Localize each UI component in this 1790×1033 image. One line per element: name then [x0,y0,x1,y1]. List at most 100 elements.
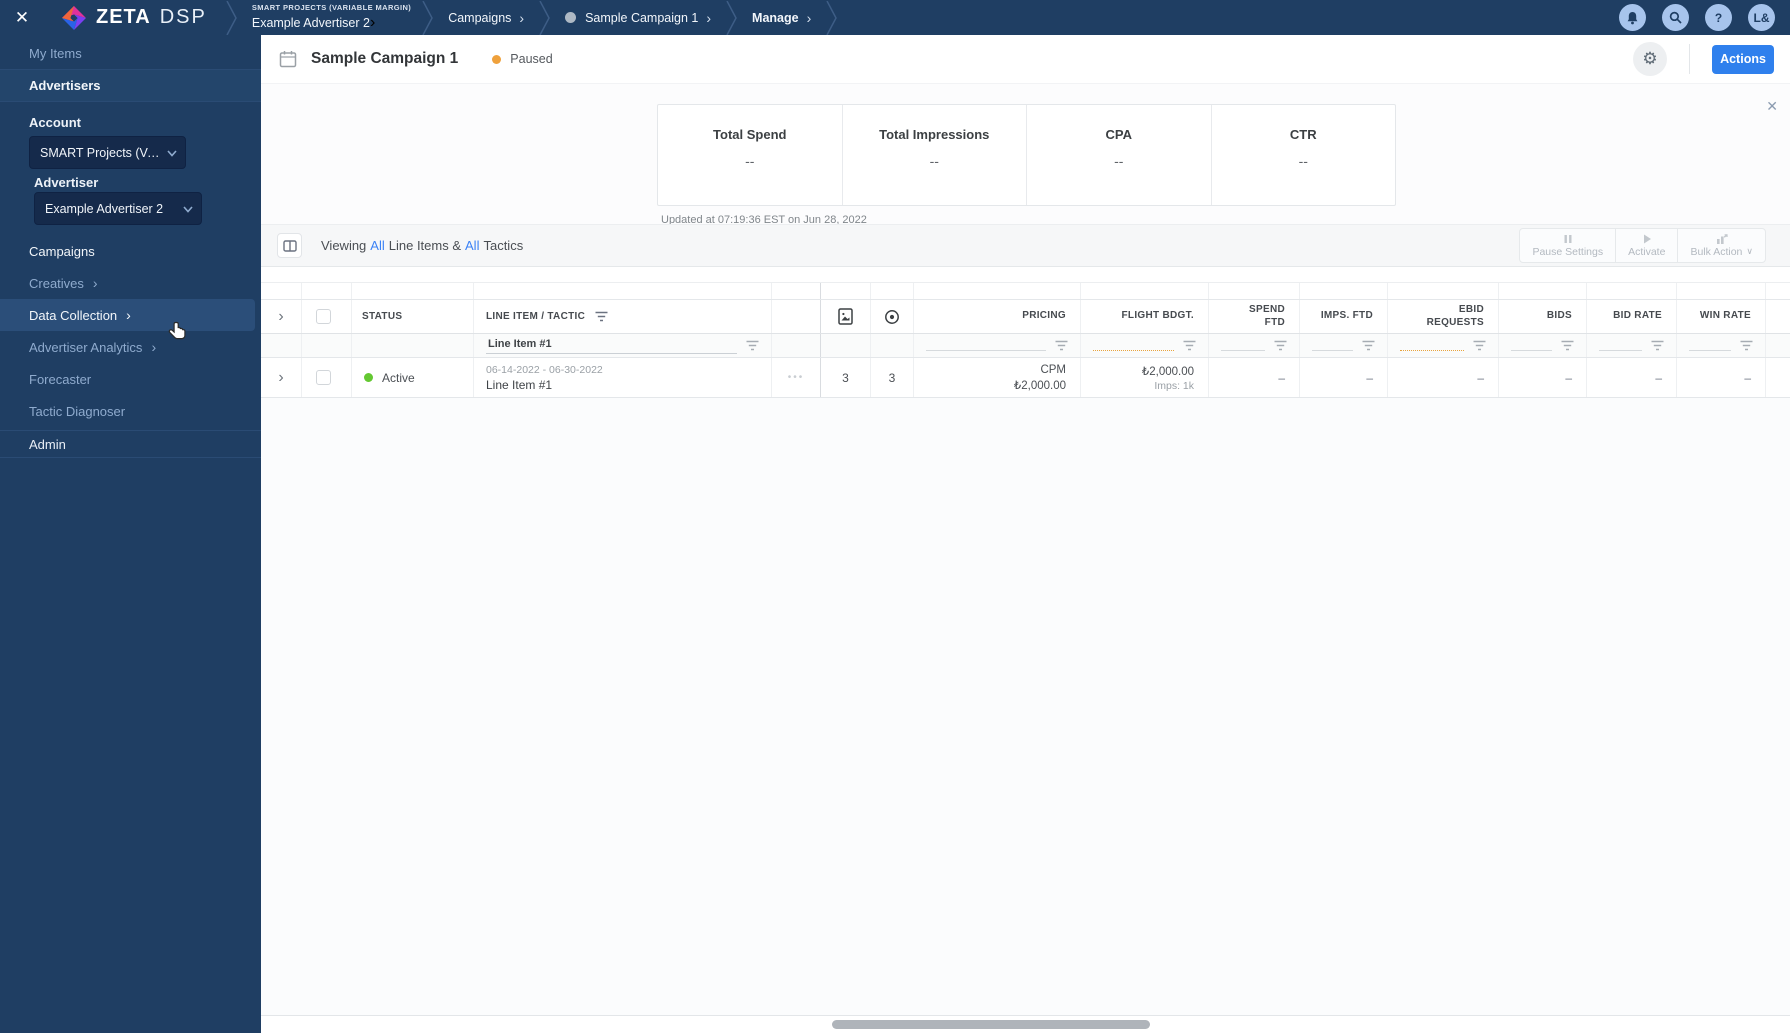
bids-filter-input[interactable] [1511,341,1552,351]
breadcrumb-campaign[interactable]: Sample Campaign 1 › [551,10,725,26]
my-items-label: My Items [29,46,82,61]
column-header-bid-rate[interactable]: BID RATE [1587,300,1677,333]
select-all-checkbox[interactable] [316,309,331,324]
horizontal-scrollbar [261,1015,1790,1033]
column-header-pricing[interactable]: PRICING [914,300,1081,333]
filter-icon[interactable] [746,340,759,351]
filter-icon[interactable] [1055,340,1068,351]
table-spacer-row [261,282,1790,300]
close-icon[interactable]: ✕ [13,8,31,27]
sidebar-item-campaigns[interactable]: Campaigns [0,235,261,267]
sidebar-item-advertisers[interactable]: Advertisers [0,70,261,102]
filter-icon[interactable] [1740,340,1753,351]
row-menu-button[interactable]: ••• [772,358,821,397]
advertiser-select[interactable]: Example Advertiser 2 [34,192,202,225]
bid-rate-filter-input[interactable] [1599,341,1642,351]
column-settings-button[interactable] [277,233,302,258]
table-header-row: › STATUS LINE ITEM / TACTIC PRICING FLIG… [261,300,1790,334]
row-checkbox[interactable] [316,370,331,385]
filter-imps-ftd[interactable] [1300,334,1388,357]
activate-button[interactable]: Activate [1616,229,1679,262]
column-header-ebid-requests[interactable]: EBID REQUESTS [1388,300,1499,333]
column-header-line-item[interactable]: LINE ITEM / TACTIC [474,300,772,333]
column-header-spend-ftd[interactable]: SPEND FTD [1209,300,1300,333]
sidebar: My Items Advertisers Account SMART Proje… [0,35,261,1033]
account-select[interactable]: SMART Projects (Variable Margin) [29,136,186,169]
bulk-action-button[interactable]: Bulk Action ∨ [1678,229,1765,262]
zeta-logo[interactable]: ZETA DSP [61,5,207,31]
filter-bids[interactable] [1499,334,1587,357]
close-icon[interactable]: ✕ [1766,98,1778,115]
filter-ebid-requests[interactable] [1388,334,1499,357]
row-bids: – [1499,358,1587,397]
row-line-item[interactable]: 06-14-2022 - 06-30-2022 Line Item #1 [474,358,772,397]
spend-ftd-filter-input[interactable] [1221,341,1265,351]
creative-icon [838,308,853,325]
breadcrumb-advertiser[interactable]: SMART PROJECTS (VARIABLE MARGIN) Example… [238,3,421,32]
search-button[interactable] [1662,4,1689,31]
filter-icon[interactable] [1561,340,1574,351]
notifications-button[interactable] [1619,4,1646,31]
expand-row-chevron[interactable]: › [261,369,301,387]
chevron-right-icon: › [126,307,131,323]
column-header-flight-budget[interactable]: FLIGHT BDGT. [1081,300,1209,333]
column-header-imps-ftd[interactable]: IMPS. FTD [1300,300,1388,333]
expand-all-chevron[interactable]: › [261,308,301,326]
flight-budget-value: ₺2,000.00 [1141,365,1194,378]
stat-cpa: CPA -- [1027,105,1212,205]
sidebar-item-my-items[interactable]: My Items [0,38,261,70]
win-rate-filter-input[interactable] [1689,341,1731,351]
all-line-items-link[interactable]: All [370,238,384,253]
column-header-win-rate[interactable]: WIN RATE [1677,300,1766,333]
column-header-bids[interactable]: BIDS [1499,300,1587,333]
imps-ftd-filter-input[interactable] [1312,341,1353,351]
flight-budget-filter-input[interactable] [1093,341,1174,351]
pricing-filter-input[interactable] [926,341,1046,351]
help-button[interactable]: ? [1705,4,1732,31]
all-tactics-link[interactable]: All [465,238,479,253]
pause-settings-button[interactable]: Pause Settings [1520,229,1617,262]
sidebar-item-advertiser-analytics[interactable]: Advertiser Analytics › [0,331,261,363]
row-creatives-count[interactable]: 3 [821,358,871,397]
actions-button[interactable]: Actions [1712,44,1774,74]
sidebar-item-forecaster[interactable]: Forecaster [0,363,261,395]
row-tactics-count[interactable]: 3 [871,358,914,397]
pause-icon [1564,234,1572,243]
sidebar-item-tactic-diagnoser[interactable]: Tactic Diagnoser [0,395,261,427]
column-header-status[interactable]: STATUS [352,300,474,333]
column-header-tactics[interactable] [871,300,914,333]
search-icon [1669,11,1682,24]
filter-bid-rate[interactable] [1587,334,1677,357]
horizontal-scrollbar-thumb[interactable] [832,1020,1150,1029]
filter-icon[interactable] [1651,340,1664,351]
filter-icon[interactable] [1473,340,1486,351]
line-item-filter-input[interactable]: Line Item #1 [486,338,737,354]
topbar-actions: ? L& [1619,4,1790,31]
breadcrumb-manage[interactable]: Manage › [738,10,825,26]
chevron-down-icon [167,150,177,157]
filter-icon[interactable] [1183,340,1196,351]
filter-icon[interactable] [1362,340,1375,351]
filter-line-item[interactable]: Line Item #1 [474,334,772,357]
sidebar-item-data-collection[interactable]: Data Collection › [0,299,255,331]
filter-pricing[interactable] [914,334,1081,357]
stat-total-spend: Total Spend -- [658,105,843,205]
breadcrumb-campaigns[interactable]: Campaigns › [434,10,538,26]
table-row[interactable]: › Active 06-14-2022 - 06-30-2022 Line It… [261,358,1790,398]
chevron-right-icon: › [519,9,525,26]
column-header-creatives[interactable] [821,300,871,333]
filter-icon[interactable] [1274,340,1287,351]
filter-flight-budget[interactable] [1081,334,1209,357]
sidebar-item-creatives[interactable]: Creatives › [0,267,261,299]
avatar[interactable]: L& [1748,4,1775,31]
filter-win-rate[interactable] [1677,334,1766,357]
filter-spend-ftd[interactable] [1209,334,1300,357]
stat-value: -- [1298,153,1308,169]
filter-icon[interactable] [595,311,608,322]
sidebar-item-admin[interactable]: Admin [0,430,261,458]
settings-button[interactable]: ⚙ [1633,42,1667,76]
line-item-dates: 06-14-2022 - 06-30-2022 [486,363,603,376]
ebid-requests-filter-input[interactable] [1400,341,1464,351]
creatives-label: Creatives [29,275,84,291]
line-item-name[interactable]: Line Item #1 [486,378,552,392]
